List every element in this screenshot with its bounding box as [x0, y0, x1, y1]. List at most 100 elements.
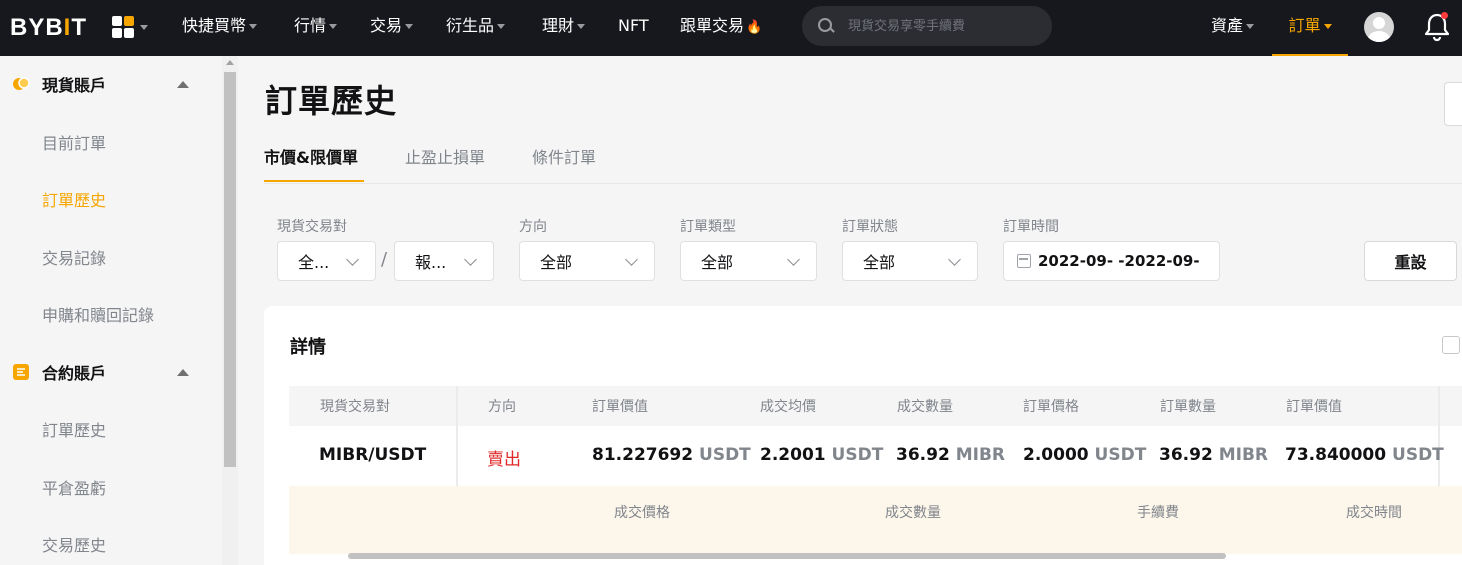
- notification-dot: [1441, 12, 1448, 19]
- sidebar-item-trade-records[interactable]: 交易記錄: [42, 245, 106, 269]
- table-cell-avg-price: 2.2001 USDT: [760, 445, 883, 465]
- table-cell-order-value-2: 73.840000 USDT: [1285, 445, 1444, 465]
- sidebar-section-spot[interactable]: 現貨賬戶: [0, 56, 222, 112]
- sidebar-item-trade-history[interactable]: 交易歷史: [42, 532, 106, 556]
- trade-detail-subpanel: [289, 486, 1462, 554]
- sidebar-item-order-history[interactable]: 訂單歷史: [42, 187, 106, 211]
- sidebar-item-current-orders[interactable]: 目前訂單: [42, 130, 106, 154]
- reset-button[interactable]: 重設: [1364, 241, 1457, 281]
- order-status-select[interactable]: 全部: [842, 241, 978, 281]
- chevron-down-icon: [464, 253, 477, 266]
- chevron-up-icon[interactable]: [177, 80, 189, 88]
- nav-label: 行情: [294, 16, 327, 35]
- table-cell-order-qty: 36.92 MIBR: [1159, 445, 1268, 465]
- chevron-down-icon: [140, 24, 148, 30]
- sticky-column-divider: [1438, 386, 1440, 486]
- sticky-column-divider: [456, 386, 458, 486]
- sidebar-scrollbar-thumb[interactable]: [224, 72, 236, 467]
- contract-account-icon: [13, 364, 29, 380]
- nav-quick-buy[interactable]: 快捷買幣: [182, 0, 258, 56]
- bybit-logo[interactable]: BYBIT: [10, 14, 87, 42]
- chevron-down-icon: [497, 24, 506, 29]
- pair-base-select[interactable]: 全...: [277, 241, 376, 281]
- column-header: 成交數量: [897, 399, 953, 415]
- filter-label-side: 方向: [519, 219, 547, 235]
- chevron-down-icon: [346, 253, 359, 266]
- cell-unit: USDT: [699, 445, 751, 465]
- date-range-value: 2022-09- -2022-09-: [1038, 252, 1200, 270]
- nav-earn[interactable]: 理財: [542, 0, 586, 56]
- nav-copy-trading[interactable]: 跟單交易 🔥: [680, 0, 762, 56]
- calendar-icon: [1017, 254, 1031, 268]
- sidebar-item-subscription-records[interactable]: 申購和贖回記錄: [42, 302, 154, 326]
- chevron-down-icon: [329, 24, 338, 29]
- avatar[interactable]: [1364, 12, 1394, 42]
- column-header: 成交均價: [760, 399, 816, 415]
- column-header: 現貨交易對: [320, 399, 390, 415]
- nav-assets[interactable]: 資產: [1211, 0, 1255, 56]
- filter-label-type: 訂單類型: [680, 219, 736, 235]
- sub-column-header: 成交數量: [885, 505, 941, 521]
- spot-account-icon: [13, 77, 30, 90]
- pair-separator: /: [381, 249, 388, 270]
- table-cell-order-price: 2.0000 USDT: [1023, 445, 1146, 465]
- select-value: 全部: [540, 253, 573, 272]
- page-title: 訂單歷史: [265, 82, 398, 120]
- column-header: 訂單數量: [1160, 399, 1216, 415]
- nav-orders[interactable]: 訂單: [1272, 0, 1348, 56]
- search-bar[interactable]: [802, 6, 1052, 46]
- sub-column-header: 成交價格: [614, 505, 670, 521]
- cell-number: 36.92: [896, 445, 950, 465]
- pair-quote-select[interactable]: 報...: [394, 241, 494, 281]
- sidebar-section-title: 合約賬戶: [42, 364, 107, 383]
- chevron-up-icon[interactable]: [177, 368, 189, 376]
- nav-label: 理財: [542, 16, 575, 35]
- cell-number: 73.840000: [1285, 445, 1387, 465]
- export-button[interactable]: [1444, 82, 1462, 126]
- sidebar-section-contract[interactable]: 合約賬戶: [0, 344, 222, 400]
- tab-tp-sl[interactable]: 止盈止損單: [405, 144, 485, 168]
- order-type-select[interactable]: 全部: [680, 241, 817, 281]
- top-navbar: BYBIT 快捷買幣 行情 交易 衍生品 理財 NFT 跟單交易🔥 資產 訂單: [0, 0, 1462, 56]
- cell-unit: USDT: [1392, 445, 1444, 465]
- nav-label: 訂單: [1288, 16, 1321, 35]
- sub-column-header: 成交時間: [1346, 505, 1402, 521]
- table-cell-filled-qty: 36.92 MIBR: [896, 445, 1005, 465]
- select-value: 報...: [415, 253, 447, 272]
- chevron-down-icon: [1323, 24, 1332, 29]
- active-tab-indicator: [264, 180, 364, 182]
- nav-trade[interactable]: 交易: [370, 0, 414, 56]
- nav-label: 跟單交易: [680, 16, 745, 35]
- search-input[interactable]: [848, 18, 1038, 34]
- horizontal-scrollbar[interactable]: [348, 553, 1226, 559]
- nav-nft[interactable]: NFT: [618, 0, 649, 56]
- select-value: 全部: [701, 253, 734, 272]
- scroll-up-arrow-icon[interactable]: [226, 60, 234, 65]
- cell-number: 81.227692: [592, 445, 694, 465]
- details-checkbox[interactable]: [1442, 336, 1460, 354]
- column-header: 方向: [488, 399, 516, 415]
- details-title: 詳情: [290, 337, 326, 358]
- notification-bell-icon[interactable]: [1424, 12, 1450, 42]
- sidebar-item-contract-order-history[interactable]: 訂單歷史: [42, 417, 106, 441]
- side-select[interactable]: 全部: [519, 241, 655, 281]
- cell-number: 2.2001: [760, 445, 826, 465]
- tab-conditional[interactable]: 條件訂單: [532, 144, 596, 168]
- nav-label: 衍生品: [446, 16, 495, 35]
- tab-market-limit[interactable]: 市價&限價單: [264, 144, 358, 168]
- nav-label: 快捷買幣: [182, 16, 247, 35]
- sidebar-item-closed-pnl[interactable]: 平倉盈虧: [42, 475, 106, 499]
- nav-derivatives[interactable]: 衍生品: [446, 0, 506, 56]
- date-range-picker[interactable]: 2022-09- -2022-09-: [1003, 241, 1220, 281]
- sidebar-section-title: 現貨賬戶: [42, 76, 107, 95]
- table-cell-pair[interactable]: MIBR/USDT: [319, 445, 426, 465]
- nav-label: 交易: [370, 16, 403, 35]
- nav-markets[interactable]: 行情: [294, 0, 338, 56]
- select-value: 全...: [298, 253, 330, 272]
- nav-label: 資產: [1211, 16, 1244, 35]
- column-header: 訂單價值: [1286, 399, 1342, 415]
- apps-menu-button[interactable]: [112, 14, 152, 40]
- nav-label: NFT: [618, 16, 649, 35]
- chevron-down-icon: [249, 24, 258, 29]
- chevron-down-icon: [625, 253, 638, 266]
